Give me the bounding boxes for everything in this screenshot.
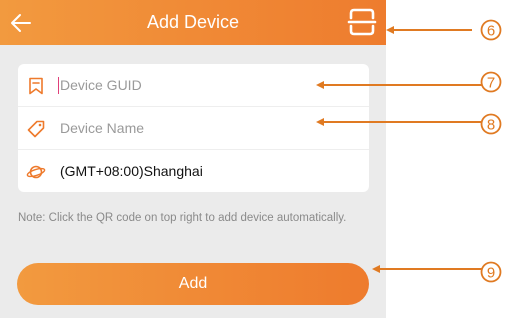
text-cursor — [58, 77, 59, 94]
device-name-input[interactable] — [60, 107, 360, 149]
bookmark-icon — [29, 77, 43, 95]
callout-number: 9 — [487, 265, 495, 282]
screenshot-stage: Add Device Device GUID Device Name (GMT+… — [0, 0, 507, 318]
top-bar: Add Device — [0, 0, 386, 45]
name-row — [18, 107, 369, 150]
tag-icon — [27, 120, 45, 138]
planet-icon — [26, 165, 46, 179]
timezone-row[interactable]: (GMT+08:00)Shanghai — [18, 150, 369, 192]
app-screen: Add Device Device GUID Device Name (GMT+… — [0, 0, 386, 318]
device-form-card: (GMT+08:00)Shanghai — [18, 64, 369, 192]
timezone-value[interactable]: (GMT+08:00)Shanghai — [60, 150, 203, 192]
qr-hint-note: Note: Click the QR code on top right to … — [18, 212, 347, 224]
callout-6: 6 — [386, 19, 502, 41]
callout-9: 9 — [372, 261, 502, 283]
callout-number: 8 — [487, 117, 495, 134]
qr-scan-icon — [347, 8, 377, 36]
guid-row — [18, 64, 369, 107]
qr-scan-button[interactable] — [346, 6, 378, 38]
callout-number: 7 — [487, 75, 495, 92]
device-guid-input[interactable] — [60, 64, 360, 106]
page-title: Add Device — [146, 12, 240, 32]
callout-number: 6 — [487, 23, 495, 40]
add-button[interactable]: Add — [17, 263, 369, 305]
